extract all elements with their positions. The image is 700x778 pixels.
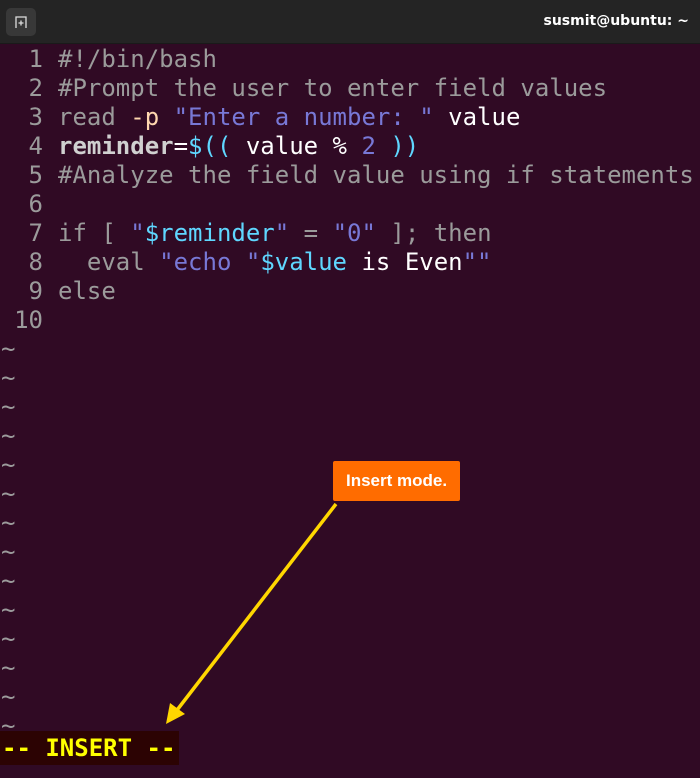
line-number: 10 [14,306,43,334]
code-token: -p [130,103,160,131]
line-number: 5 [28,161,43,189]
code-token: $(( [188,132,232,160]
empty-line-tilde: ~ [1,625,16,653]
line-number: 2 [28,74,43,102]
new-tab-button[interactable] [6,8,36,36]
code-token: value [433,103,521,131]
empty-line-tilde: ~ [1,538,16,566]
empty-line-tilde: ~ [1,509,16,537]
empty-line-tilde: ~ [1,335,16,363]
code-token: " [130,219,145,247]
vim-editor[interactable]: 1 #!/bin/bash 2 #Prompt the user to enter f… [0,45,700,741]
code-token: #!/bin/bash [58,45,217,73]
code-token: #Prompt the user to enter field values [58,74,608,102]
insert-mode-callout: Insert mode. [333,461,461,501]
code-token: ]; then [375,219,492,247]
code-token: 2 [361,132,376,160]
code-token: reminder [58,132,174,160]
code-token: #Analyze the field value using if statem… [58,161,694,189]
code-token: = [289,219,333,247]
window-title: susmit@ubuntu: ~ [543,13,690,29]
code-token: $reminder [144,219,275,247]
code-line[interactable]: 10 [0,306,700,335]
line-number: 6 [28,190,43,218]
code-token: "" [462,248,492,276]
line-number: 7 [28,219,43,247]
code-line[interactable]: 2 #Prompt the user to enter field values [0,74,700,103]
empty-line-tilde: ~ [1,393,16,421]
insert-mode-indicator: -- INSERT -- [2,734,176,762]
code-token: "echo " [159,248,261,276]
code-line[interactable]: 7 if [ "$reminder" = "0" ]; then [0,219,700,248]
line-number: 3 [28,103,43,131]
status-line: -- INSERT -- [0,731,179,765]
code-token: else [58,277,116,305]
empty-line-tilde: ~ [1,596,16,624]
code-token: is Even [347,248,463,276]
code-line[interactable]: 1 #!/bin/bash [0,45,700,74]
code-token: = [173,132,189,160]
code-line[interactable]: 6 [0,190,700,219]
code-token: if [ [58,219,131,247]
empty-line-tilde: ~ [1,567,16,595]
code-token: )) [375,132,420,160]
code-token: $value [260,248,348,276]
new-tab-icon [15,16,27,28]
code-line[interactable]: 4 reminder=$(( value % 2 )) [0,132,700,161]
code-line[interactable]: 3 read -p "Enter a number: " value [0,103,700,132]
code-line[interactable]: 9 else [0,277,700,306]
code-token: value % [231,132,362,160]
code-token: " [274,219,290,247]
line-number: 9 [28,277,43,305]
empty-line-tilde: ~ [1,683,16,711]
line-number: 8 [28,248,43,276]
code-token: "0" [332,219,376,247]
code-line[interactable]: 8 eval "echo "$value is Even"" [0,248,700,277]
code-line[interactable]: 5 #Analyze the field value using if state… [0,161,700,190]
line-number: 1 [28,45,43,73]
title-bar: susmit@ubuntu: ~ [0,0,700,44]
code-token: eval [58,248,160,276]
code-token: read [58,103,131,131]
empty-line-tilde: ~ [1,422,16,450]
code-token: "Enter a number: " [173,103,434,131]
empty-line-tilde: ~ [1,654,16,682]
empty-line-tilde: ~ [1,364,16,392]
line-number: 4 [28,132,43,160]
